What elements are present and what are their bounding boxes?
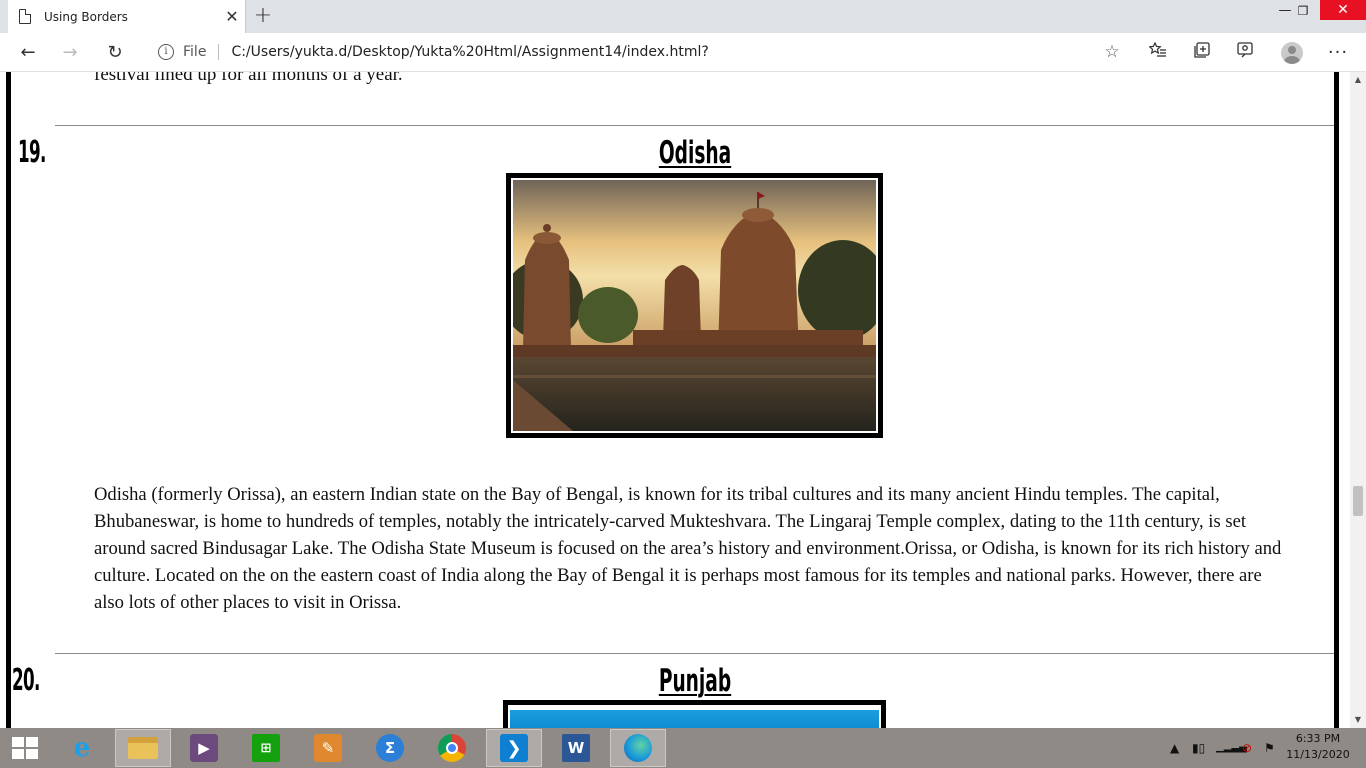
media-player-task[interactable]: ▶: [176, 729, 232, 767]
taskbar-clock[interactable]: 6:33 PM 11/13/2020: [1282, 731, 1354, 763]
edge-task[interactable]: [610, 729, 666, 767]
address-bar[interactable]: i File C:/Users/yukta.d/Desktop/Yukta%20…: [145, 36, 1130, 68]
page-scrollbar[interactable]: ▲ ▼: [1350, 72, 1366, 728]
back-button[interactable]: ←: [14, 39, 42, 67]
word-icon: W: [562, 734, 590, 762]
windows-logo-icon: [12, 749, 24, 759]
browser-titlebar: Using Borders ✕ + — ❐ ✕: [0, 0, 1366, 33]
windows-logo-icon: [26, 749, 38, 759]
url-text[interactable]: C:/Users/yukta.d/Desktop/Yukta%20Html/As…: [231, 44, 1094, 60]
tray-show-hidden-icon[interactable]: ▲: [1170, 728, 1179, 768]
scroll-up-arrow-icon[interactable]: ▲: [1350, 72, 1366, 88]
paint-icon: ✎: [314, 734, 342, 762]
page-document-icon: [19, 8, 32, 24]
tab-title: Using Borders: [44, 9, 128, 24]
internet-explorer-task[interactable]: e: [54, 729, 110, 767]
volume-muted-icon[interactable]: ⊘: [1242, 728, 1252, 768]
share-icon[interactable]: [1232, 41, 1258, 65]
scroll-down-arrow-icon[interactable]: ▼: [1350, 712, 1366, 728]
avatar: [1281, 42, 1303, 64]
section-title-odisha: Odisha: [658, 135, 732, 171]
math-input-task[interactable]: Σ: [362, 729, 418, 767]
new-tab-button[interactable]: +: [252, 0, 274, 33]
page-border-right: [1334, 72, 1339, 728]
page-border-left: [6, 72, 11, 728]
punjab-image-frame: [503, 700, 886, 728]
clock-date: 11/13/2020: [1286, 748, 1350, 761]
action-center-flag-icon[interactable]: ⚑: [1264, 728, 1275, 768]
paint-task[interactable]: ✎: [300, 729, 356, 767]
browser-toolbar: ← → ↻ i File C:/Users/yukta.d/Desktop/Yu…: [0, 33, 1366, 72]
clock-time: 6:33 PM: [1295, 732, 1341, 745]
file-label: File: [183, 44, 207, 60]
address-separator: [218, 44, 220, 60]
internet-explorer-icon: e: [73, 733, 91, 763]
info-icon[interactable]: i: [158, 44, 174, 60]
tab-close-icon[interactable]: ✕: [219, 0, 245, 33]
start-button[interactable]: [12, 737, 38, 759]
favorite-star-icon[interactable]: ☆: [1094, 42, 1130, 62]
store-task[interactable]: ⊞: [238, 729, 294, 767]
restore-button[interactable]: ❐: [1288, 0, 1318, 26]
folder-icon: [128, 737, 158, 759]
vscode-icon: ❯: [500, 734, 528, 762]
chrome-icon: [438, 734, 466, 762]
odisha-temple-image: [513, 180, 876, 431]
profile-avatar-icon[interactable]: [1279, 41, 1305, 65]
collections-icon[interactable]: [1189, 41, 1215, 65]
section-divider: [55, 125, 1334, 126]
forward-button[interactable]: →: [56, 39, 84, 67]
windows-taskbar: e ▶ ⊞ ✎ Σ ❯ W ▲ ▮▯ ▁▂▃▄ ⊘ ⚑ 6:33 PM 11/1…: [0, 728, 1366, 768]
reload-button[interactable]: ↻: [101, 39, 129, 67]
store-icon: ⊞: [252, 734, 280, 762]
section-divider: [55, 653, 1334, 654]
file-explorer-task[interactable]: [115, 729, 171, 767]
punjab-image: [510, 707, 879, 728]
scroll-thumb[interactable]: [1353, 486, 1363, 516]
favorites-icon[interactable]: [1145, 41, 1171, 65]
windows-logo-icon: [12, 737, 24, 747]
browser-tab[interactable]: Using Borders ✕: [8, 0, 246, 33]
edge-icon: [624, 734, 652, 762]
close-window-button[interactable]: ✕: [1320, 0, 1366, 20]
section-title-punjab: Punjab: [658, 663, 732, 699]
more-menu-icon[interactable]: ···: [1325, 41, 1351, 65]
page-viewport: festival lined up for all months of a ye…: [0, 72, 1350, 728]
chrome-task[interactable]: [424, 729, 480, 767]
section-number: 19.: [18, 135, 46, 170]
battery-icon[interactable]: ▮▯: [1192, 728, 1205, 768]
previous-section-text: festival lined up for all months of a ye…: [94, 72, 403, 85]
odisha-description: Odisha (formerly Orissa), an eastern Ind…: [94, 484, 1282, 613]
vscode-task[interactable]: ❯: [486, 729, 542, 767]
film-icon: ▶: [190, 734, 218, 762]
word-task[interactable]: W: [548, 729, 604, 767]
math-sigma-icon: Σ: [376, 734, 404, 762]
windows-logo-icon: [26, 737, 38, 747]
odisha-image-frame: [506, 173, 883, 438]
section-number: 20.: [12, 663, 40, 698]
